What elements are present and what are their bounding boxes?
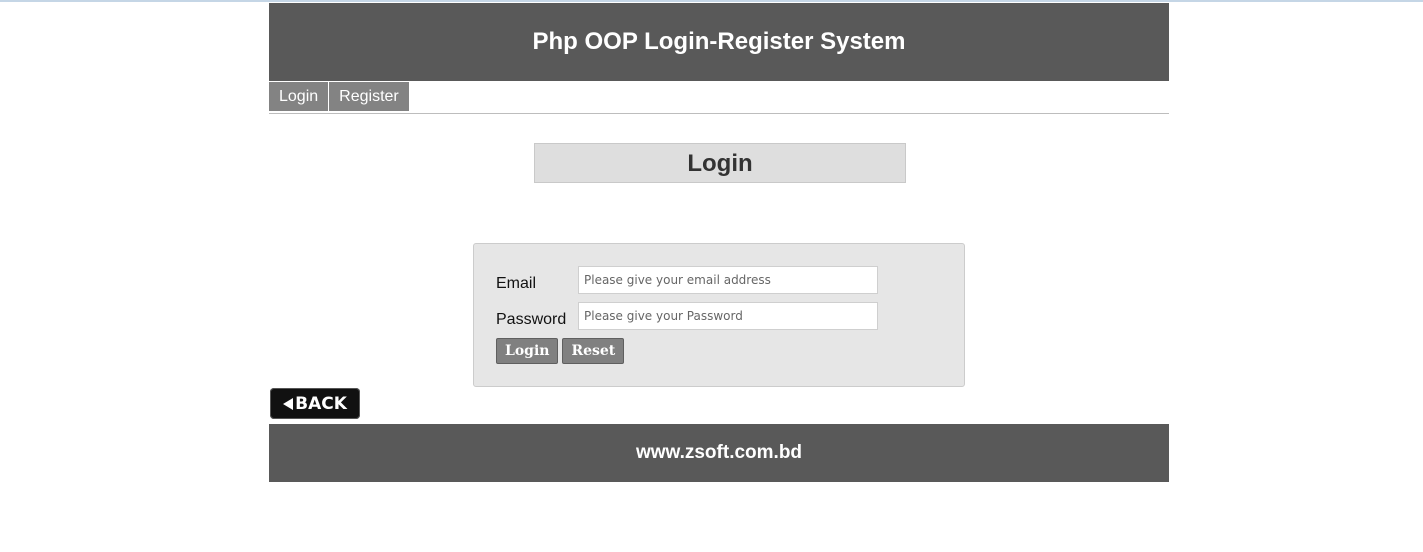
back-button-label: BACK (295, 393, 347, 414)
site-header: Php OOP Login-Register System (269, 3, 1169, 81)
password-row: Password (496, 302, 878, 330)
footer-text: www.zsoft.com.bd (635, 442, 803, 463)
form-buttons: Login Reset (496, 338, 625, 364)
nav-item-login[interactable]: Login (269, 82, 330, 111)
password-label: Password (496, 311, 567, 328)
nav-bar: Login Register (269, 82, 1169, 114)
site-title: Php OOP Login-Register System (532, 28, 906, 55)
login-button[interactable]: Login (496, 338, 559, 364)
email-input[interactable] (578, 266, 878, 294)
back-button[interactable]: BACK (270, 388, 360, 419)
left-triangle-icon (283, 397, 294, 410)
password-input[interactable] (578, 302, 878, 330)
nav-item-register[interactable]: Register (329, 82, 410, 111)
email-label: Email (496, 275, 537, 292)
site-footer: www.zsoft.com.bd (269, 424, 1169, 482)
login-form: Email Password Login Reset (473, 243, 965, 387)
page-container: Php OOP Login-Register System Login Regi… (269, 3, 1169, 482)
browser-top-line (0, 0, 1423, 2)
page-title: Login (534, 143, 906, 183)
reset-button[interactable]: Reset (562, 338, 625, 364)
email-row: Email (496, 266, 878, 294)
